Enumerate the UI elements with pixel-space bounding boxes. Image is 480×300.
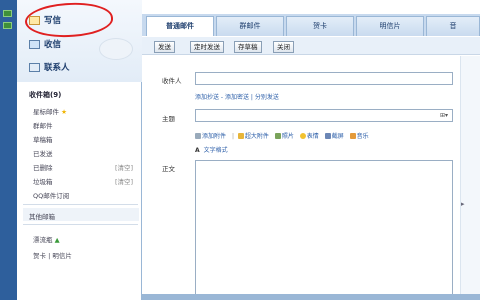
recipient-options: 添加抄送 - 添加密送 | 分别发送 xyxy=(195,94,279,101)
clear-junk-link[interactable]: [清空] xyxy=(115,176,133,186)
folder-deleted[interactable]: 已删除 [清空] xyxy=(33,162,133,172)
tab-bar: 普通邮件 群邮件 贺卡 明信片 音 xyxy=(142,14,480,36)
to-field[interactable] xyxy=(195,72,453,85)
text-format-button[interactable]: A 文字格式 xyxy=(195,145,230,154)
contacts-label: 联系人 xyxy=(44,63,70,73)
screenshot-button[interactable]: 截屏 xyxy=(324,133,346,140)
clear-deleted-link[interactable]: [清空] xyxy=(115,162,133,172)
add-bcc-link[interactable]: 添加密送 xyxy=(225,94,249,101)
photo-icon xyxy=(274,133,281,139)
tab-greeting-card[interactable]: 贺卡 xyxy=(286,16,354,36)
folder-starred[interactable]: 星标邮件 ★ xyxy=(33,106,67,116)
folder-junk[interactable]: 垃圾箱 [清空] xyxy=(33,176,133,186)
send-button[interactable]: 发送 xyxy=(154,41,175,53)
mascot-image xyxy=(99,38,133,60)
cards-link[interactable]: 贺卡 | 明信片 xyxy=(33,250,72,260)
timed-send-button[interactable]: 定时发送 xyxy=(190,41,224,53)
other-mailbox[interactable]: 其他邮箱 xyxy=(29,211,55,221)
font-icon: A xyxy=(195,147,200,154)
music-button[interactable]: 音乐 xyxy=(349,133,371,140)
subject-label: 主题 xyxy=(162,115,175,123)
divider xyxy=(23,204,138,205)
right-panel-edge xyxy=(460,56,480,300)
large-attachment-button[interactable]: 超大附件 xyxy=(237,133,271,140)
bottom-bar xyxy=(142,294,480,300)
desktop-strip xyxy=(0,0,17,300)
write-mail-button[interactable]: 写信 xyxy=(29,14,61,26)
contacts-button[interactable]: 联系人 xyxy=(29,61,70,73)
emoji-button[interactable]: 表情 xyxy=(299,133,321,140)
compose-panel: 普通邮件 群邮件 贺卡 明信片 音 发送 定时发送 存草稿 关闭 收件人 添加抄… xyxy=(142,0,480,300)
subject-field[interactable] xyxy=(195,109,453,122)
tab-group-mail[interactable]: 群邮件 xyxy=(216,16,284,36)
folder-inbox[interactable]: 收件箱(9) xyxy=(29,90,61,100)
folder-sent[interactable]: 已发送 xyxy=(33,148,53,158)
paperclip-icon xyxy=(195,133,201,139)
attachment-tools: 添加附件 | 超大附件 照片 表情 截屏 音乐 xyxy=(195,131,373,140)
inbox-button[interactable]: 收信 xyxy=(29,38,61,50)
inbox-icon xyxy=(29,39,40,49)
screenshot-icon xyxy=(324,133,331,139)
bottle-icon: ▲ xyxy=(54,236,60,244)
body-label: 正文 xyxy=(162,165,175,173)
star-icon: ★ xyxy=(61,108,67,116)
desktop-icon xyxy=(3,22,12,29)
tab-normal-mail[interactable]: 普通邮件 xyxy=(146,16,214,36)
chevron-right-icon[interactable]: ▸ xyxy=(461,200,465,208)
folder-drafts[interactable]: 草稿箱 xyxy=(33,134,53,144)
subject-style-icon[interactable]: ⊞▾ xyxy=(440,112,448,119)
close-button[interactable]: 关闭 xyxy=(273,41,294,53)
write-label: 写信 xyxy=(44,16,62,26)
folder-subscriptions[interactable]: QQ邮件订阅 xyxy=(33,190,69,200)
drift-bottle-link[interactable]: 漂流瓶 ▲ xyxy=(33,234,60,244)
sidebar: 写信 收信 联系人 收件箱(9) 星标邮件 ★ 群邮件 草稿箱 已发送 已删除[… xyxy=(17,0,152,300)
pen-icon xyxy=(29,15,40,25)
toolbar: 发送 定时发送 存草稿 关闭 xyxy=(142,37,480,55)
to-label: 收件人 xyxy=(162,77,182,85)
tab-postcard[interactable]: 明信片 xyxy=(356,16,424,36)
add-attachment-button[interactable]: 添加附件 xyxy=(195,133,228,140)
desktop-icon xyxy=(3,10,12,17)
body-editor[interactable] xyxy=(195,160,453,296)
music-icon xyxy=(349,133,356,139)
separate-send-link[interactable]: 分别发送 xyxy=(255,94,279,101)
folder-group[interactable]: 群邮件 xyxy=(33,120,53,130)
photo-button[interactable]: 照片 xyxy=(274,133,296,140)
tab-audio[interactable]: 音 xyxy=(426,16,480,36)
save-draft-button[interactable]: 存草稿 xyxy=(234,41,262,53)
emoji-icon xyxy=(299,133,306,139)
divider xyxy=(23,224,138,225)
add-cc-link[interactable]: 添加抄送 xyxy=(195,94,219,101)
inbox-label: 收信 xyxy=(44,40,62,50)
contacts-icon xyxy=(29,62,40,72)
large-attach-icon xyxy=(237,133,244,139)
